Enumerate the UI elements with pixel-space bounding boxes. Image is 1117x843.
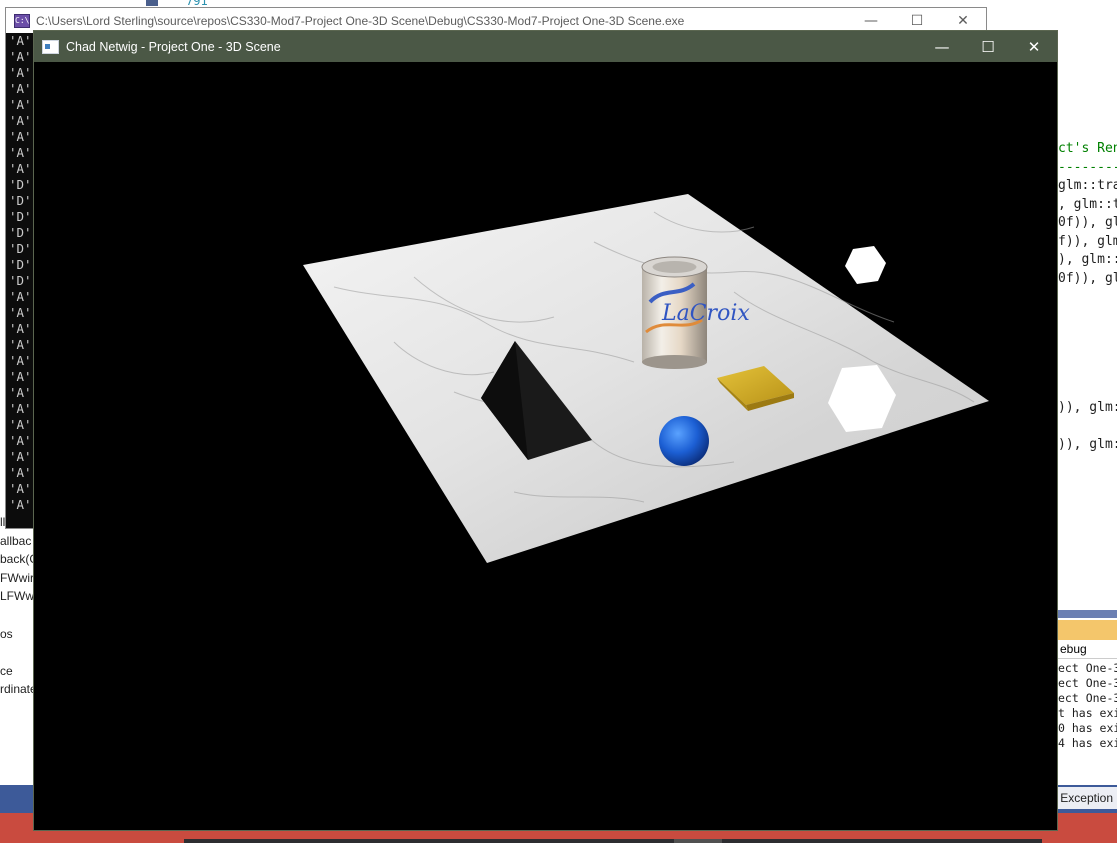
code-line: glm::tra <box>1058 178 1117 193</box>
code-line: 0f)), gl <box>1058 270 1117 286</box>
taskbar-segment <box>722 839 1042 843</box>
output-lines: ect One-3 ect One-3 ect One-3 t has exi 0 ha… <box>1058 659 1117 751</box>
call-stack-entry <box>0 608 34 627</box>
output-panel-titlebar <box>1058 620 1117 640</box>
console-line: 'A' <box>9 97 32 112</box>
taskbar-segment <box>184 839 674 843</box>
call-stack-entry: FWwir <box>0 570 34 585</box>
marble-plane <box>303 194 989 563</box>
minimize-icon[interactable]: — <box>919 31 965 62</box>
ide-call-stack-panel: llback(allbacback(GFWwirLFWwoscerdinate <box>0 515 34 715</box>
hexagon-small <box>845 246 886 284</box>
console-line: 'D' <box>9 257 32 272</box>
code-line: )), glm: <box>1058 437 1117 452</box>
ide-code-editor[interactable]: ct's Ren--------glm::tra, glm::t0f)), gl… <box>1058 140 1117 600</box>
call-stack-entry <box>0 645 34 664</box>
gl-render-canvas[interactable]: LaCroix <box>34 62 1057 830</box>
code-line: -------- <box>1058 159 1117 175</box>
gl-window[interactable]: Chad Netwig - Project One - 3D Scene — ☐… <box>33 30 1058 831</box>
call-stack-entry: back(G <box>0 552 34 567</box>
console-line: 'A' <box>9 81 32 96</box>
console-line: 'D' <box>9 209 32 224</box>
console-line: 'A' <box>9 337 32 352</box>
console-line: 'A' <box>9 433 32 448</box>
gl-titlebar[interactable]: Chad Netwig - Project One - 3D Scene — ☐… <box>34 31 1057 62</box>
console-line: 'A' <box>9 321 32 336</box>
console-line: 'A' <box>9 449 32 464</box>
console-line: 'D' <box>9 177 32 192</box>
console-line: 'A' <box>9 385 32 400</box>
output-panel-header <box>1058 610 1117 618</box>
console-line: 'A' <box>9 465 32 480</box>
output-line: 4 has exi <box>1058 736 1117 750</box>
call-stack-entry: ce <box>0 663 13 678</box>
maximize-icon[interactable]: ☐ <box>965 31 1011 62</box>
output-source-combo[interactable]: ebug <box>1058 640 1117 659</box>
console-line: 'A' <box>9 33 32 48</box>
console-line: 'A' <box>9 145 32 160</box>
output-line: t has exi <box>1058 706 1117 720</box>
console-line: 'A' <box>9 49 32 64</box>
taskbar-segment <box>674 839 722 843</box>
output-line: 0 has exi <box>1058 721 1117 735</box>
console-line: 'A' <box>9 369 32 384</box>
code-line: ), glm:: <box>1058 252 1117 267</box>
console-line: 'D' <box>9 193 32 208</box>
console-line: 'A' <box>9 65 32 80</box>
console-line: 'A' <box>9 305 32 320</box>
tab-exception-settings[interactable]: Exception <box>1056 787 1117 809</box>
app-window-icon <box>42 39 59 54</box>
call-stack-entry: rdinate <box>0 682 34 697</box>
console-line: 'D' <box>9 225 32 240</box>
code-line: ct's Ren <box>1058 141 1117 156</box>
console-line: 'A' <box>9 401 32 416</box>
console-line: 'D' <box>9 273 32 288</box>
output-line: ect One-3 <box>1058 676 1117 690</box>
code-line: f)), glm <box>1058 233 1117 249</box>
call-stack-entry: os <box>0 626 13 641</box>
console-title: C:\Users\Lord Sterling\source\repos\CS33… <box>36 13 685 28</box>
console-line: 'A' <box>9 417 32 432</box>
output-line: ect One-3 <box>1058 691 1117 705</box>
code-line: 0f)), gl <box>1058 215 1117 230</box>
console-line: 'A' <box>9 289 32 304</box>
console-output: 'A' 'A' 'A' 'A' 'A' 'A' 'A' 'A' 'A' 'D' 'D' 'D' 'D' '… <box>6 33 35 528</box>
code-line: )), glm: <box>1058 400 1117 415</box>
ide-gutter-marker <box>146 0 158 6</box>
can-label: LaCroix <box>661 301 750 326</box>
blue-sphere <box>659 416 709 466</box>
output-line: ect One-3 <box>1058 661 1117 675</box>
console-app-icon: C:\ <box>14 13 30 28</box>
console-line: 'A' <box>9 113 32 128</box>
scene-svg: LaCroix <box>303 194 989 563</box>
console-line: 'A' <box>9 353 32 368</box>
console-line: 'D' <box>9 241 32 256</box>
gl-window-title: Chad Netwig - Project One - 3D Scene <box>66 39 281 54</box>
console-line: 'A' <box>9 161 32 176</box>
close-icon[interactable]: ✕ <box>1011 31 1057 62</box>
console-line: 'A' <box>9 481 32 496</box>
ide-output-panel[interactable]: ebug ect One-3 ect One-3 ect One-3 t has ex… <box>1058 610 1117 775</box>
console-line: 'A' <box>9 497 32 512</box>
call-stack-entry: LFWw <box>0 589 34 604</box>
call-stack-entry: allbac <box>0 533 32 548</box>
console-line: 'A' <box>9 129 32 144</box>
code-line: , glm::t <box>1058 196 1117 212</box>
